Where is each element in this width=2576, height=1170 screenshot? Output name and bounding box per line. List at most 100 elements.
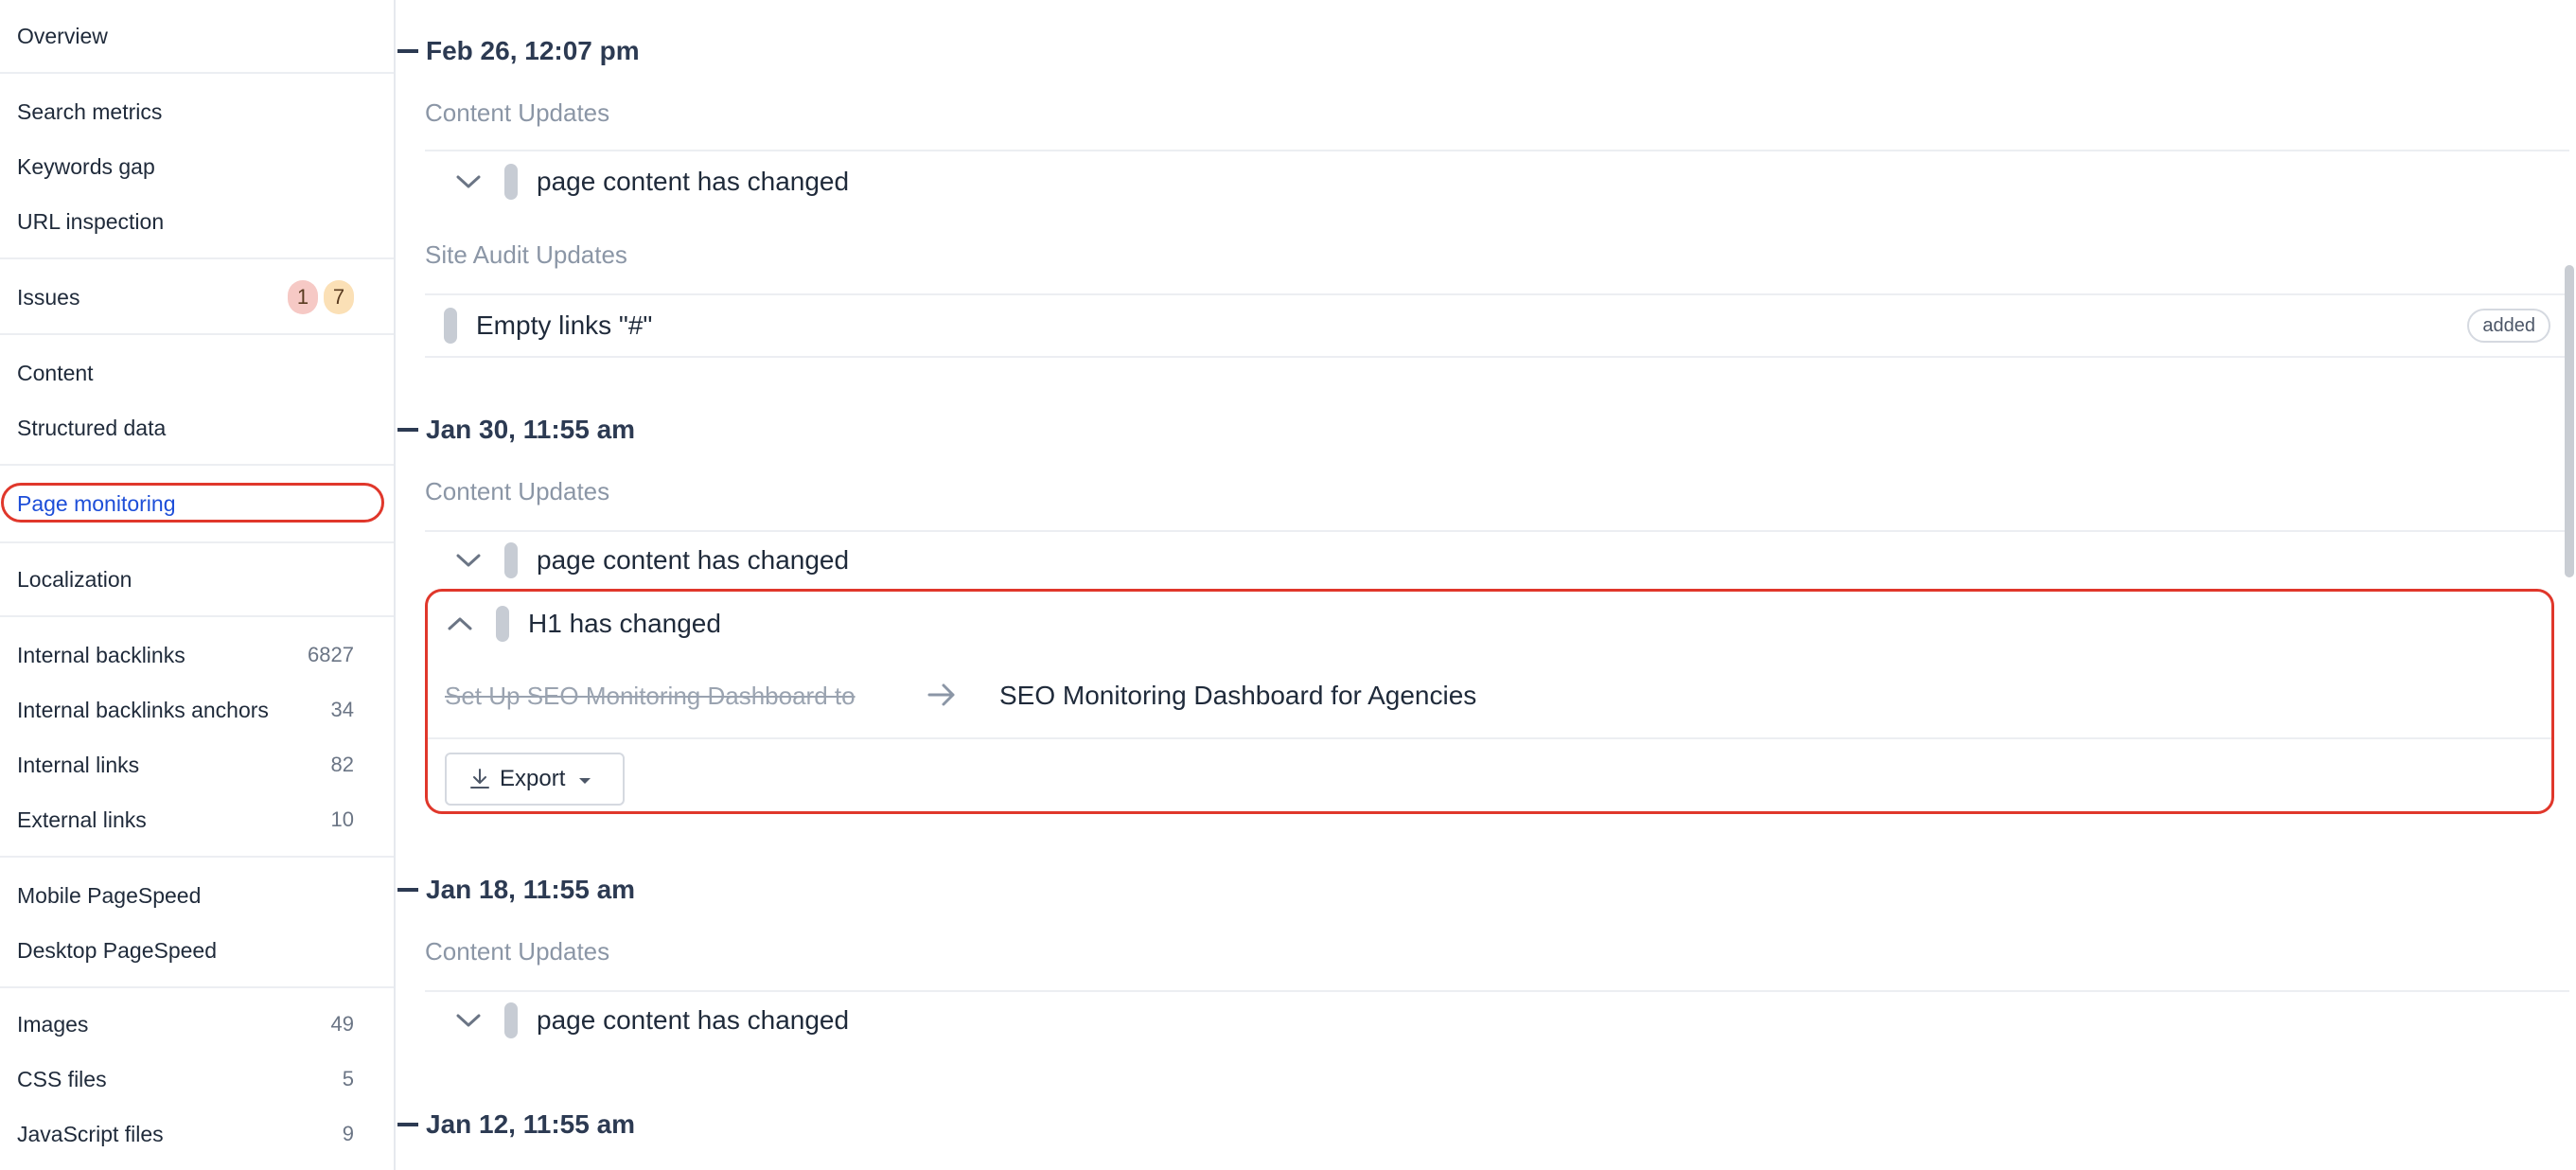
section-title-content-updates: Content Updates	[425, 98, 610, 127]
sidebar-item-page-monitoring[interactable]: Page monitoring	[0, 481, 388, 526]
timeline-date: Jan 18, 11:55 am	[426, 875, 636, 904]
sidebar-item-javascript-files[interactable]: JavaScript files 9	[0, 1109, 388, 1159]
export-label: Export	[500, 766, 566, 791]
sidebar-item-css-files[interactable]: CSS files 5	[0, 1055, 388, 1104]
change-text: H1 has changed	[528, 609, 721, 638]
sidebar-item-label: Internal links	[17, 752, 140, 777]
sidebar-item-overview[interactable]: Overview	[0, 11, 388, 61]
timeline-marker	[397, 49, 418, 53]
timeline-date-header: Feb 26, 12:07 pm	[397, 32, 640, 70]
sidebar-item-desktop-pagespeed[interactable]: Desktop PageSpeed	[0, 926, 388, 975]
scrollbar[interactable]	[2563, 0, 2576, 1170]
change-text: page content has changed	[537, 167, 850, 196]
download-icon	[469, 768, 490, 790]
audit-item-text: Empty links "#"	[476, 310, 653, 340]
sidebar-item-count: 10	[330, 807, 354, 831]
chevron-up-icon[interactable]	[443, 607, 477, 641]
expanded-change-card: H1 has changed Set Up SEO Monitoring Das…	[425, 589, 2554, 814]
sidebar-divider	[0, 856, 394, 858]
divider	[425, 356, 2569, 358]
section-title-site-audit-updates: Site Audit Updates	[425, 240, 627, 269]
audit-row[interactable]: Empty links "#" added	[425, 295, 2569, 356]
timeline-marker	[397, 428, 418, 432]
change-row[interactable]: page content has changed	[425, 992, 2569, 1049]
sidebar-item-keywords-gap[interactable]: Keywords gap	[0, 142, 388, 191]
sidebar-divider	[0, 72, 394, 74]
sidebar-divider	[0, 615, 394, 617]
change-indicator	[444, 308, 457, 344]
sidebar-item-structured-data[interactable]: Structured data	[0, 403, 388, 452]
sidebar-item-label: Internal backlinks anchors	[17, 697, 269, 722]
status-badge: added	[2467, 309, 2550, 343]
issues-warning-badge: 7	[324, 280, 354, 314]
arrow-right-icon	[926, 679, 958, 716]
timeline: Feb 26, 12:07 pm Content Updates page co…	[397, 0, 2569, 1170]
sidebar-item-label: Desktop PageSpeed	[17, 937, 217, 963]
timeline-date-header: Jan 18, 11:55 am	[397, 871, 635, 909]
sidebar-item-internal-backlinks-anchors[interactable]: Internal backlinks anchors 34	[0, 685, 388, 735]
sidebar-item-label: Mobile PageSpeed	[17, 882, 202, 908]
sidebar-item-count: 34	[330, 698, 354, 721]
sidebar-item-images[interactable]: Images 49	[0, 1000, 388, 1049]
chevron-down-icon[interactable]	[451, 1003, 485, 1037]
sidebar-item-label: Internal backlinks	[17, 642, 185, 667]
sidebar-item-label: Issues	[17, 284, 80, 310]
caret-down-icon	[578, 766, 591, 792]
sidebar-item-internal-backlinks[interactable]: Internal backlinks 6827	[0, 630, 388, 680]
change-text: page content has changed	[537, 545, 850, 575]
sidebar-item-label: Overview	[17, 23, 108, 48]
sidebar-item-localization[interactable]: Localization	[0, 555, 388, 604]
sidebar-item-content[interactable]: Content	[0, 348, 388, 398]
timeline-date: Jan 12, 11:55 am	[426, 1109, 636, 1139]
sidebar-item-label: Search metrics	[17, 98, 163, 124]
section-title-content-updates: Content Updates	[425, 937, 610, 966]
sidebar-item-label: Localization	[17, 566, 132, 592]
sidebar-item-count: 9	[342, 1122, 354, 1145]
timeline-date: Feb 26, 12:07 pm	[426, 36, 640, 65]
sidebar-divider	[0, 333, 394, 335]
sidebar-item-label: Keywords gap	[17, 153, 155, 179]
change-row[interactable]: page content has changed	[425, 153, 2569, 210]
chevron-down-icon[interactable]	[451, 543, 485, 577]
sidebar-item-count: 49	[330, 1012, 354, 1036]
sidebar-item-count: 5	[342, 1067, 354, 1090]
sidebar-item-internal-links[interactable]: Internal links 82	[0, 740, 388, 789]
highlight-ring	[1, 483, 384, 523]
change-indicator	[504, 542, 518, 578]
chevron-down-icon[interactable]	[451, 165, 485, 199]
sidebar-item-label: Images	[17, 1011, 89, 1037]
sidebar-item-label: JavaScript files	[17, 1121, 164, 1146]
sidebar-item-count: 82	[330, 753, 354, 776]
section-title-content-updates: Content Updates	[425, 477, 610, 505]
sidebar-item-label: CSS files	[17, 1066, 107, 1091]
issues-error-badge: 1	[288, 280, 318, 314]
change-indicator	[504, 1002, 518, 1038]
divider	[425, 150, 2569, 151]
export-button[interactable]: Export	[445, 753, 625, 806]
timeline-date-header: Jan 12, 11:55 am	[397, 1106, 635, 1143]
sidebar-divider	[0, 257, 394, 259]
sidebar-item-issues[interactable]: Issues 1 7	[0, 273, 388, 322]
timeline-marker	[397, 888, 418, 892]
sidebar-item-search-metrics[interactable]: Search metrics	[0, 87, 388, 136]
scrollbar-thumb[interactable]	[2565, 265, 2574, 577]
change-text: page content has changed	[537, 1005, 850, 1035]
sidebar-divider	[0, 464, 394, 466]
old-value: Set Up SEO Monitoring Dashboard to	[445, 682, 856, 710]
sidebar-item-count: 6827	[308, 643, 354, 666]
sidebar-item-mobile-pagespeed[interactable]: Mobile PageSpeed	[0, 871, 388, 920]
change-row[interactable]: page content has changed	[425, 532, 2569, 589]
change-row-h1[interactable]: H1 has changed	[428, 595, 2551, 652]
sidebar-divider	[0, 541, 394, 543]
timeline-date-header: Jan 30, 11:55 am	[397, 411, 635, 449]
sidebar-item-external-links[interactable]: External links 10	[0, 795, 388, 844]
timeline-marker	[397, 1123, 418, 1126]
sidebar-item-url-inspection[interactable]: URL inspection	[0, 197, 388, 246]
sidebar-item-label: Content	[17, 360, 94, 385]
sidebar-item-label: Structured data	[17, 415, 167, 440]
divider	[428, 737, 2551, 739]
sidebar-item-label: External links	[17, 807, 147, 832]
change-indicator	[496, 606, 509, 642]
sidebar-item-label: URL inspection	[17, 208, 165, 234]
sidebar: Overview Search metrics Keywords gap URL…	[0, 0, 396, 1170]
